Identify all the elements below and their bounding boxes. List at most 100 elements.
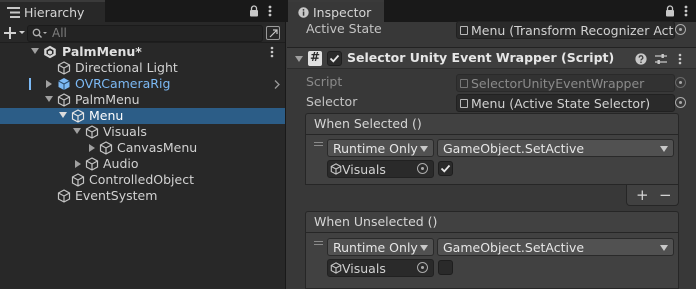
- chevron-down-icon: [660, 146, 668, 152]
- expand-arrow-icon[interactable]: [75, 160, 81, 168]
- script-value: SelectorUnityEventWrapper: [471, 76, 645, 91]
- when-selected-list: Runtime Only GameObject.SetActive Visual…: [305, 135, 679, 185]
- expand-arrow-icon[interactable]: [31, 48, 39, 54]
- gameobject-cube-icon: [57, 189, 71, 203]
- add-listener-button[interactable]: +: [636, 186, 649, 204]
- open-prefab-chevron-icon[interactable]: [274, 80, 280, 89]
- inspector-panel: Inspector Active State Menu (Transform R…: [285, 0, 696, 289]
- function-dropdown[interactable]: GameObject.SetActive: [437, 238, 674, 256]
- function-dropdown[interactable]: GameObject.SetActive: [437, 139, 674, 157]
- when-unselected-header: When Unselected (): [305, 211, 679, 233]
- function-dropdown-value: GameObject.SetActive: [443, 240, 585, 255]
- hierarchy-row-directional-light[interactable]: Directional Light: [0, 60, 285, 76]
- script-field: SelectorUnityEventWrapper: [456, 74, 675, 92]
- inspector-tab[interactable]: Inspector: [288, 0, 384, 22]
- row-label: OVRCameraRig: [75, 76, 171, 91]
- object-picker-icon[interactable]: [417, 262, 428, 273]
- inspector-more-icon[interactable]: [681, 3, 691, 19]
- component-enabled-checkbox[interactable]: [327, 51, 342, 66]
- expand-arrow-icon[interactable]: [46, 80, 52, 88]
- when-selected-header: When Selected (): [305, 113, 679, 135]
- component-header[interactable]: # Selector Unity Event Wrapper (Script): [287, 47, 696, 69]
- hierarchy-row-scene[interactable]: PalmMenu*: [0, 44, 285, 60]
- prefab-override-bar: [29, 78, 31, 90]
- component-title: Selector Unity Event Wrapper (Script): [347, 50, 615, 65]
- inspector-lock-icon[interactable]: [664, 4, 676, 18]
- setactive-value-checkbox-checked[interactable]: [438, 161, 453, 176]
- preset-sliders-icon[interactable]: [654, 52, 667, 65]
- gameobject-cube-icon: [71, 173, 85, 187]
- function-dropdown-value: GameObject.SetActive: [443, 141, 585, 156]
- gameobject-cube-icon: [330, 262, 342, 274]
- row-label: Menu: [89, 108, 124, 123]
- hierarchy-row-audio[interactable]: Audio: [0, 156, 285, 172]
- scene-visibility-toggle-icon[interactable]: [266, 26, 280, 40]
- setactive-value-checkbox-unchecked[interactable]: [438, 260, 453, 275]
- collapse-arrow-icon[interactable]: [295, 56, 303, 62]
- info-icon: [298, 7, 309, 18]
- gameobject-cube-icon: [99, 141, 113, 155]
- gameobject-cube-icon: [71, 109, 85, 123]
- row-label: ControlledObject: [89, 172, 194, 187]
- expand-arrow-icon[interactable]: [59, 112, 67, 118]
- when-unselected-list: Runtime Only GameObject.SetActive Visual…: [305, 233, 679, 289]
- chevron-down-icon: [420, 146, 428, 152]
- target-object-field[interactable]: Visuals: [327, 160, 434, 178]
- target-object-value: Visuals: [342, 162, 386, 177]
- scene-name-label: PalmMenu*: [62, 44, 142, 59]
- unity-scene-icon: [43, 45, 57, 59]
- hierarchy-search-input[interactable]: All: [27, 25, 263, 42]
- prefab-cube-icon: [57, 77, 71, 91]
- drag-handle-icon[interactable]: [314, 241, 323, 247]
- drag-handle-icon[interactable]: [314, 142, 323, 148]
- hierarchy-row-controlledobject[interactable]: ControlledObject: [0, 172, 285, 188]
- selector-field[interactable]: Menu (Active State Selector): [456, 94, 675, 112]
- remove-listener-button[interactable]: −: [659, 186, 672, 204]
- when-selected-list-buttons: + −: [626, 185, 679, 206]
- csharp-script-icon: #: [308, 50, 322, 66]
- hierarchy-row-menu-selected[interactable]: Menu: [0, 108, 285, 124]
- expand-arrow-icon[interactable]: [89, 144, 95, 152]
- gameobject-cube-icon: [85, 157, 99, 171]
- active-state-field[interactable]: Menu (Transform Recognizer Active State): [456, 21, 675, 39]
- selector-label: Selector: [306, 94, 358, 109]
- hierarchy-row-eventsystem[interactable]: EventSystem: [0, 188, 285, 204]
- runtime-dropdown[interactable]: Runtime Only: [327, 139, 434, 157]
- scene-more-icon[interactable]: [268, 45, 276, 59]
- object-picker-icon[interactable]: [675, 24, 686, 35]
- hierarchy-row-visuals[interactable]: Visuals: [0, 124, 285, 140]
- script-object-icon: [460, 26, 468, 35]
- expand-arrow-icon[interactable]: [45, 96, 53, 102]
- create-add-button[interactable]: [3, 25, 27, 41]
- hierarchy-panel: Hierarchy All PalmMenu* Directional Ligh…: [0, 0, 285, 289]
- hierarchy-list-icon: [7, 7, 20, 18]
- hierarchy-row-canvasmenu[interactable]: CanvasMenu: [0, 140, 285, 156]
- object-picker-icon[interactable]: [417, 163, 428, 174]
- object-picker-disabled-icon: [675, 77, 686, 88]
- script-object-icon: [460, 99, 468, 108]
- gameobject-cube-icon: [57, 93, 71, 107]
- when-selected-title: When Selected (): [314, 116, 422, 131]
- hierarchy-row-palmmenu[interactable]: PalmMenu: [0, 92, 285, 108]
- runtime-dropdown-value: Runtime Only: [333, 240, 418, 255]
- gameobject-cube-icon: [85, 125, 99, 139]
- runtime-dropdown[interactable]: Runtime Only: [327, 238, 434, 256]
- hierarchy-more-icon[interactable]: [265, 3, 275, 19]
- object-picker-icon[interactable]: [675, 97, 686, 108]
- target-object-field[interactable]: Visuals: [327, 259, 434, 277]
- help-icon[interactable]: [634, 52, 647, 65]
- hierarchy-lock-icon[interactable]: [248, 4, 260, 18]
- row-label: Directional Light: [75, 60, 178, 75]
- runtime-dropdown-value: Runtime Only: [333, 141, 418, 156]
- active-state-label: Active State: [306, 21, 382, 36]
- component-more-icon[interactable]: [675, 51, 685, 66]
- script-label: Script: [306, 74, 343, 89]
- chevron-down-icon: [660, 245, 668, 251]
- row-label: PalmMenu: [75, 92, 140, 107]
- hierarchy-row-ovrcamerarig[interactable]: OVRCameraRig: [0, 76, 285, 92]
- row-label: Visuals: [103, 124, 147, 139]
- hierarchy-tab[interactable]: Hierarchy: [0, 0, 105, 22]
- hierarchy-tab-label: Hierarchy: [24, 5, 85, 20]
- expand-arrow-icon[interactable]: [73, 128, 81, 134]
- gameobject-cube-icon: [330, 163, 342, 175]
